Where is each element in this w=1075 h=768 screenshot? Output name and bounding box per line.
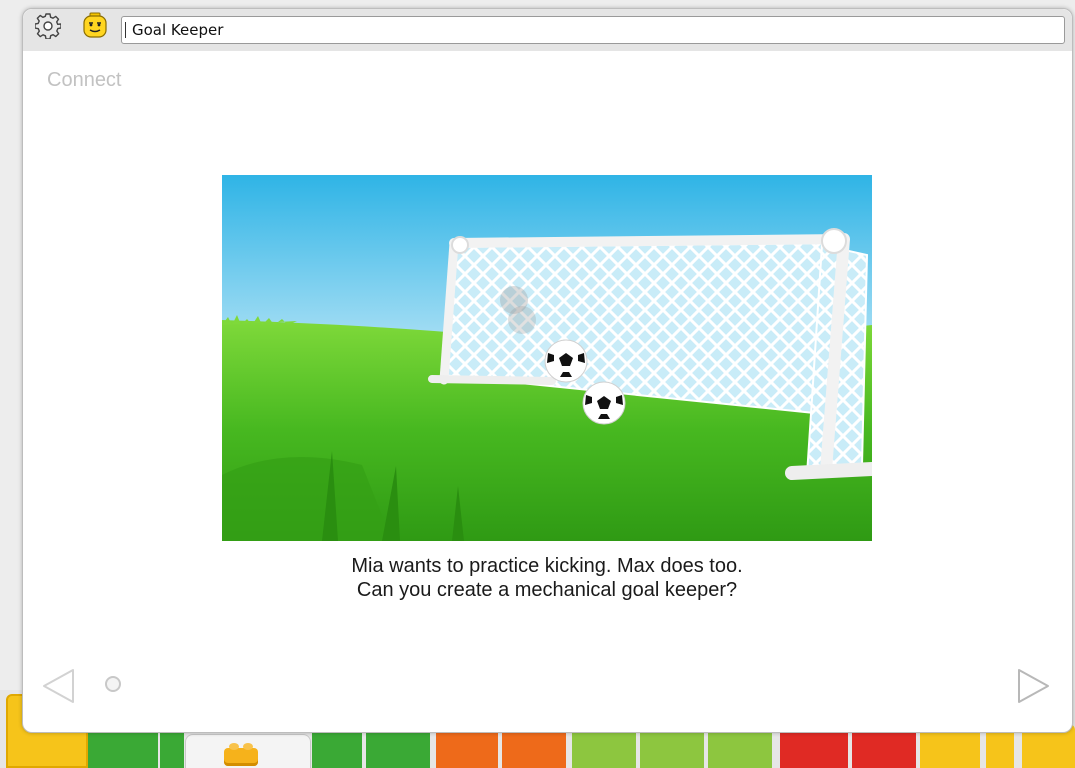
caption-line-2: Can you create a mechanical goal keeper? — [356, 579, 738, 601]
minifig-face-icon[interactable] — [81, 12, 109, 40]
caption: Mia wants to practice kicking. Max does … — [222, 554, 872, 602]
soccer-ball-1 — [544, 339, 588, 383]
goal-scene-illustration — [222, 175, 872, 541]
caption-line-1: Mia wants to practice kicking. Max does … — [351, 555, 743, 577]
lego-brick-icon — [224, 743, 258, 766]
soccer-ball-2 — [582, 381, 626, 425]
section-label: Connect — [47, 69, 122, 91]
gear-icon[interactable] — [35, 13, 61, 39]
left-triangle-icon[interactable] — [41, 668, 75, 704]
title-bar: Goal Keeper — [23, 9, 1072, 51]
page-dot-icon[interactable] — [105, 676, 121, 692]
right-triangle-icon[interactable] — [1017, 668, 1051, 704]
title-field[interactable]: Goal Keeper — [121, 16, 1065, 44]
content-window: Goal Keeper Connect Mia wants to practic… — [22, 8, 1073, 733]
